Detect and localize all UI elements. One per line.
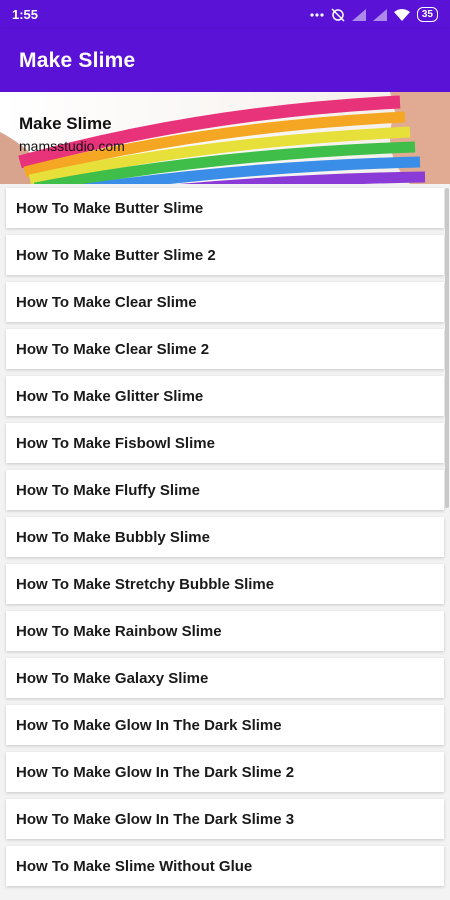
list-item-label: How To Make Rainbow Slime bbox=[16, 622, 222, 640]
status-icons: 35 bbox=[310, 7, 438, 22]
scrollbar[interactable] bbox=[445, 188, 449, 508]
list-item[interactable]: How To Make Fisbowl Slime bbox=[6, 423, 444, 463]
list-item[interactable]: How To Make Stretchy Bubble Slime bbox=[6, 564, 444, 604]
signal-icon bbox=[351, 8, 366, 21]
list-item[interactable]: How To Make Clear Slime 2 bbox=[6, 329, 444, 369]
battery-level: 35 bbox=[421, 8, 433, 20]
list-item-label: How To Make Fisbowl Slime bbox=[16, 434, 215, 452]
list-item[interactable]: How To Make Glow In The Dark Slime bbox=[6, 705, 444, 745]
list-item[interactable]: How To Make Slime Without Glue bbox=[6, 846, 444, 886]
list-item-label: How To Make Slime Without Glue bbox=[16, 857, 253, 875]
list-item-label: How To Make Butter Slime 2 bbox=[16, 246, 216, 264]
more-dots-icon bbox=[310, 12, 324, 17]
list-item-label: How To Make Glow In The Dark Slime 3 bbox=[16, 810, 295, 828]
list-item[interactable]: How To Make Glow In The Dark Slime 2 bbox=[6, 752, 444, 792]
header-banner: Make Slime mamsstudio.com bbox=[0, 92, 450, 184]
list-item[interactable]: How To Make Fluffy Slime bbox=[6, 470, 444, 510]
app-bar: Make Slime bbox=[0, 29, 450, 92]
list-item[interactable]: How To Make Glow In The Dark Slime 3 bbox=[6, 799, 444, 839]
list-item[interactable]: How To Make Butter Slime 2 bbox=[6, 235, 444, 275]
list-item[interactable]: How To Make Galaxy Slime bbox=[6, 658, 444, 698]
list-item[interactable]: How To Make Clear Slime bbox=[6, 282, 444, 322]
signal-icon bbox=[372, 8, 387, 21]
status-bar: 1:55 35 bbox=[0, 0, 450, 29]
status-time: 1:55 bbox=[12, 7, 39, 22]
list-item-label: How To Make Butter Slime bbox=[16, 199, 204, 217]
tutorial-list: How To Make Butter Slime How To Make Butt… bbox=[6, 188, 444, 893]
list-item-label: How To Make Galaxy Slime bbox=[16, 669, 209, 687]
list-item[interactable]: How To Make Butter Slime bbox=[6, 188, 444, 228]
list-item-label: How To Make Glow In The Dark Slime 2 bbox=[16, 763, 295, 781]
banner-title: Make Slime bbox=[19, 114, 112, 133]
list-item-label: How To Make Fluffy Slime bbox=[16, 481, 200, 499]
list-item[interactable]: How To Make Bubbly Slime bbox=[6, 517, 444, 557]
battery-icon: 35 bbox=[416, 7, 438, 22]
list-item-label: How To Make Clear Slime 2 bbox=[16, 340, 210, 358]
list-item-label: How To Make Bubbly Slime bbox=[16, 528, 210, 546]
list-item[interactable]: How To Make Rainbow Slime bbox=[6, 611, 444, 651]
list-item-label: How To Make Clear Slime bbox=[16, 293, 197, 311]
wifi-icon bbox=[393, 8, 410, 21]
banner-website: mamsstudio.com bbox=[19, 138, 125, 154]
list-item[interactable]: How To Make Glitter Slime bbox=[6, 376, 444, 416]
alarm-icon bbox=[331, 7, 345, 22]
list-item-label: How To Make Glow In The Dark Slime bbox=[16, 716, 282, 734]
list-item-label: How To Make Glitter Slime bbox=[16, 387, 204, 405]
list-item-label: How To Make Stretchy Bubble Slime bbox=[16, 575, 275, 593]
app-title: Make Slime bbox=[19, 48, 136, 72]
